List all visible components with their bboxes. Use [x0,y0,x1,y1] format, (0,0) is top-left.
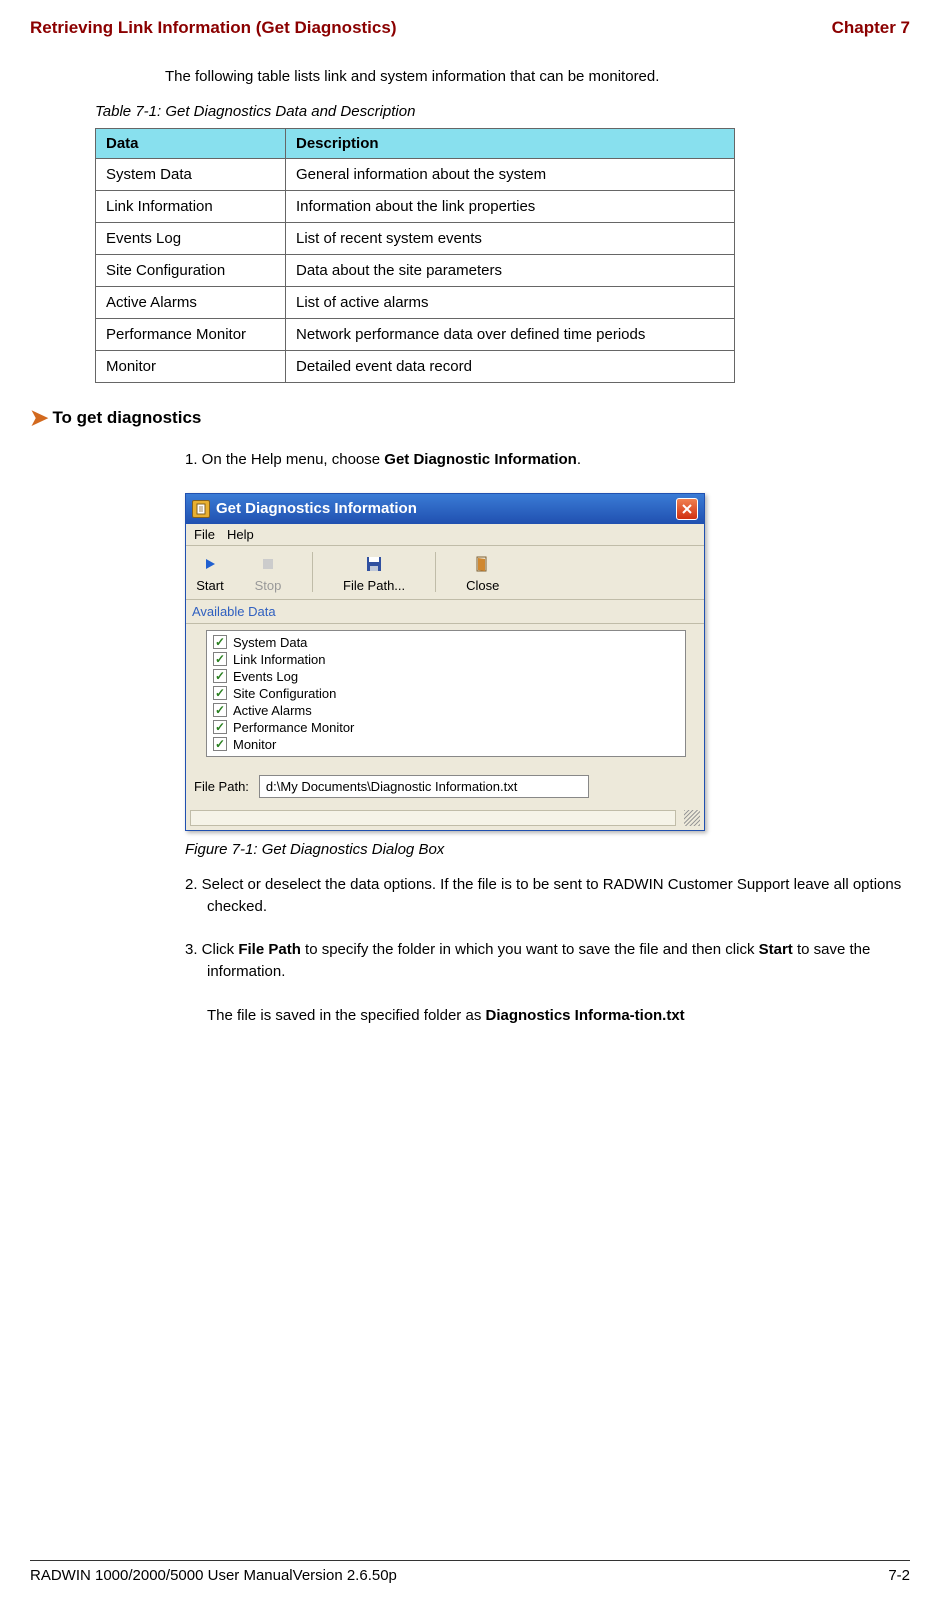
step-2: 2. Select or deselect the data options. … [185,874,910,918]
list-item[interactable]: ✓Active Alarms [211,702,681,719]
arrow-icon: ➤ [30,405,48,431]
step-1: 1. On the Help menu, choose Get Diagnost… [185,449,910,471]
status-bar [186,806,704,830]
figure-caption: Figure 7-1: Get Diagnostics Dialog Box [185,841,910,858]
table-row: Site ConfigurationData about the site pa… [96,255,735,287]
table-caption: Table 7-1: Get Diagnostics Data and Desc… [95,103,910,120]
checkbox-panel: ✓System Data ✓Link Information ✓Events L… [206,630,686,757]
footer-left: RADWIN 1000/2000/5000 User ManualVersion… [30,1567,397,1584]
checkbox-icon[interactable]: ✓ [213,720,227,734]
title-bar-text: Get Diagnostics Information [216,500,676,517]
close-icon [682,504,692,514]
title-bar: Get Diagnostics Information [186,494,704,524]
checkbox-icon[interactable]: ✓ [213,652,227,666]
list-item[interactable]: ✓Performance Monitor [211,719,681,736]
menu-help[interactable]: Help [227,527,254,542]
close-button[interactable] [676,498,698,520]
page-footer: RADWIN 1000/2000/5000 User ManualVersion… [30,1560,910,1584]
table-row: MonitorDetailed event data record [96,351,735,383]
table-row: System DataGeneral information about the… [96,159,735,191]
filepath-button[interactable]: File Path... [343,552,405,593]
progress-bar [190,810,676,826]
resize-grip-icon[interactable] [684,810,700,826]
toolbar: Start Stop File Path... Close [186,546,704,600]
header-right: Chapter 7 [832,18,910,38]
file-path-row: File Path: d:\My Documents\Diagnostic In… [186,767,704,806]
table-row: Events LogList of recent system events [96,223,735,255]
checkbox-icon[interactable]: ✓ [213,635,227,649]
filepath-input[interactable]: d:\My Documents\Diagnostic Information.t… [259,775,589,798]
app-icon [192,500,210,518]
menu-bar: File Help [186,524,704,546]
list-item[interactable]: ✓Events Log [211,668,681,685]
checkbox-icon[interactable]: ✓ [213,737,227,751]
stop-icon [254,552,282,576]
close-toolbar-button[interactable]: Close [466,552,499,593]
dialog-screenshot: Get Diagnostics Information File Help St… [185,493,910,831]
start-button[interactable]: Start [196,552,224,593]
stop-button: Stop [254,552,282,593]
step-3-result: The file is saved in the specified folde… [185,1005,910,1027]
menu-file[interactable]: File [194,527,215,542]
list-item[interactable]: ✓Monitor [211,736,681,753]
step-3: 3. Click File Path to specify the folder… [185,939,910,983]
table-row: Link InformationInformation about the li… [96,191,735,223]
play-icon [196,552,224,576]
table-row: Performance MonitorNetwork performance d… [96,319,735,351]
panel-body: ✓System Data ✓Link Information ✓Events L… [186,624,704,767]
toolbar-separator [312,552,313,592]
page-header: Retrieving Link Information (Get Diagnos… [30,18,910,38]
list-item[interactable]: ✓System Data [211,634,681,651]
checkbox-icon[interactable]: ✓ [213,669,227,683]
section-title: To get diagnostics [52,408,201,428]
save-icon [360,552,388,576]
filepath-label: File Path: [194,779,249,794]
section-heading: ➤ To get diagnostics [30,405,910,431]
table-header-data: Data [96,129,286,159]
diagnostics-table: Data Description System DataGeneral info… [95,128,735,383]
intro-text: The following table lists link and syste… [165,68,910,85]
available-data-label: Available Data [186,600,704,624]
checkbox-icon[interactable]: ✓ [213,703,227,717]
toolbar-separator [435,552,436,592]
door-close-icon [469,552,497,576]
footer-right: 7-2 [888,1567,910,1584]
list-item[interactable]: ✓Site Configuration [211,685,681,702]
checkbox-icon[interactable]: ✓ [213,686,227,700]
table-header-desc: Description [286,129,735,159]
list-item[interactable]: ✓Link Information [211,651,681,668]
table-row: Active AlarmsList of active alarms [96,287,735,319]
header-left: Retrieving Link Information (Get Diagnos… [30,18,396,38]
dialog-window: Get Diagnostics Information File Help St… [185,493,705,831]
